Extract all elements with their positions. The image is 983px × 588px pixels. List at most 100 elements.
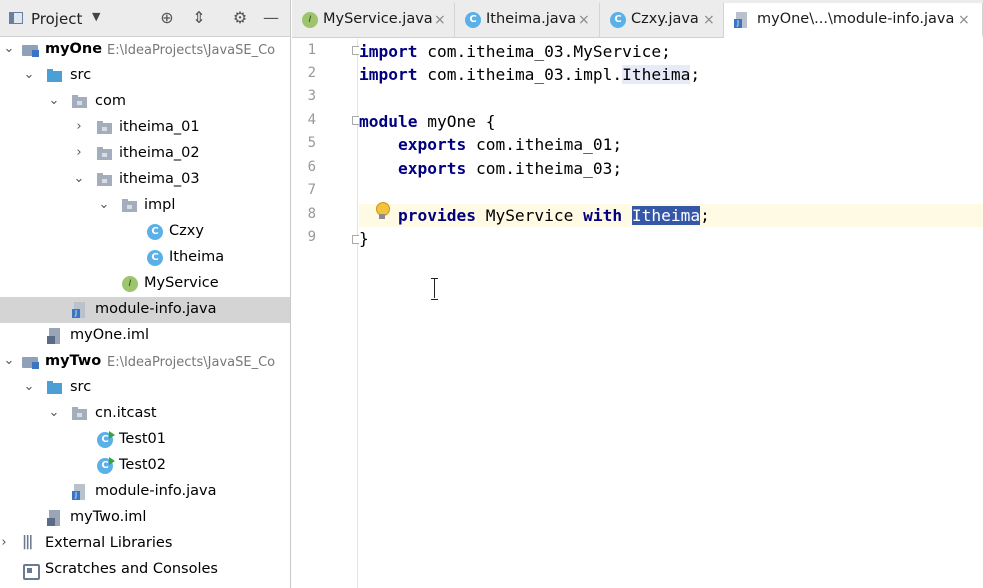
hide-icon[interactable]: — xyxy=(261,8,281,28)
interface-icon: I xyxy=(122,276,138,292)
tree-item-class-Czxy[interactable]: C Czxy xyxy=(0,219,290,245)
code-text: com.itheima_03.impl. xyxy=(417,65,623,84)
chevron-down-icon[interactable]: ⌄ xyxy=(72,171,86,187)
tree-item-class-Test02[interactable]: C Test02 xyxy=(0,453,290,479)
tab-itheima[interactable]: C Itheima.java × xyxy=(455,3,600,38)
tree-item-package-cn-itcast[interactable]: ⌄ cn.itcast xyxy=(0,401,290,427)
class-icon: C xyxy=(610,12,626,28)
iml-file-icon xyxy=(47,328,63,344)
tab-module-info[interactable]: myOne\...\module-info.java × xyxy=(724,3,983,38)
tree-item-class-Test01[interactable]: C Test01 xyxy=(0,427,290,453)
chevron-right-icon[interactable]: › xyxy=(0,535,11,551)
tree-item-label: Czxy xyxy=(169,223,204,239)
tree-item-interface-MyService[interactable]: I MyService xyxy=(0,271,290,297)
chevron-right-icon[interactable]: › xyxy=(72,119,86,135)
tab-czxy[interactable]: C Czxy.java × xyxy=(600,3,724,38)
code-line-7[interactable] xyxy=(359,180,983,203)
code-line-6[interactable]: exports com.itheima_03; xyxy=(359,157,983,180)
code-text: ; xyxy=(690,65,701,84)
chevron-down-icon[interactable]: ⌄ xyxy=(22,67,36,83)
settings-icon[interactable]: ⚙ xyxy=(230,8,250,28)
chevron-right-icon[interactable]: › xyxy=(72,145,86,161)
line-number: 4 xyxy=(307,112,316,128)
close-icon[interactable]: × xyxy=(703,12,715,28)
tree-item-label: Test01 xyxy=(119,431,167,447)
tree-item-label: com xyxy=(95,93,126,109)
tree-item-scratches[interactable]: Scratches and Consoles xyxy=(0,557,290,583)
chevron-down-icon[interactable]: ⌄ xyxy=(2,41,16,57)
selected-text: Itheima xyxy=(631,206,701,225)
chevron-down-icon[interactable]: ▼ xyxy=(92,10,100,23)
interface-icon: I xyxy=(302,12,318,28)
tree-item-module-myOne[interactable]: ⌄ myOne E:\IdeaProjects\JavaSE_Co xyxy=(0,37,290,63)
tree-item-label: myOne xyxy=(45,41,103,57)
chevron-down-icon[interactable]: ⌄ xyxy=(2,353,16,369)
code-text: } xyxy=(359,229,369,248)
project-panel: Project ▼ ⊕ ⇕ ⚙ — ⌄ myOne E:\IdeaProject… xyxy=(0,0,291,588)
keyword: module xyxy=(359,112,418,131)
tree-item-module-myTwo[interactable]: ⌄ myTwo E:\IdeaProjects\JavaSE_Co xyxy=(0,349,290,375)
line-number: 2 xyxy=(307,65,316,81)
keyword: with xyxy=(583,206,623,225)
tab-label: myOne\...\module-info.java xyxy=(757,11,955,27)
tree-item-iml-myTwo[interactable]: myTwo.iml xyxy=(0,505,290,531)
java-file-icon xyxy=(72,484,88,500)
tree-item-src[interactable]: ⌄ src xyxy=(0,375,290,401)
main-class-icon: C xyxy=(97,431,115,448)
chevron-down-icon[interactable]: ⌄ xyxy=(47,405,61,421)
tab-myservice[interactable]: I MyService.java × xyxy=(292,3,455,38)
lightbulb-icon[interactable] xyxy=(375,202,390,220)
tree-item-label: myTwo xyxy=(45,353,102,369)
package-icon xyxy=(97,172,113,188)
tree-item-package-itheima_01[interactable]: › itheima_01 xyxy=(0,115,290,141)
tree-item-package-itheima_03[interactable]: ⌄ itheima_03 xyxy=(0,167,290,193)
code-line-4[interactable]: module myOne { xyxy=(359,110,983,133)
code-line-9[interactable]: } xyxy=(359,227,983,250)
code-text: ; xyxy=(700,206,710,225)
tree-item-class-Itheima[interactable]: C Itheima xyxy=(0,245,290,271)
project-panel-title[interactable]: Project xyxy=(31,10,82,28)
tree-item-package-itheima_02[interactable]: › itheima_02 xyxy=(0,141,290,167)
tab-label: Czxy.java xyxy=(631,11,699,27)
keyword: exports xyxy=(397,135,467,154)
tree-item-label: itheima_03 xyxy=(119,171,200,187)
tree-item-module-info-myOne[interactable]: module-info.java xyxy=(0,297,290,323)
chevron-down-icon[interactable]: ⌄ xyxy=(97,197,111,213)
project-view-icon xyxy=(9,12,23,24)
code-line-3[interactable] xyxy=(359,86,983,109)
tree-item-external-libraries[interactable]: › External Libraries xyxy=(0,531,290,557)
tree-item-src[interactable]: ⌄ src xyxy=(0,63,290,89)
tree-item-iml-myOne[interactable]: myOne.iml xyxy=(0,323,290,349)
close-icon[interactable]: × xyxy=(958,12,970,28)
code-line-8[interactable]: provides MyService with Itheima; xyxy=(359,204,983,227)
tree-item-label: cn.itcast xyxy=(95,405,157,421)
close-icon[interactable]: × xyxy=(434,12,446,28)
libraries-icon xyxy=(22,534,38,552)
locate-icon[interactable]: ⊕ xyxy=(157,8,177,28)
tree-item-label: MyService xyxy=(144,275,219,291)
source-folder-icon xyxy=(47,68,63,84)
package-icon xyxy=(72,94,88,110)
tree-item-label: External Libraries xyxy=(45,535,173,551)
close-icon[interactable]: × xyxy=(578,12,590,28)
tree-item-label: module-info.java xyxy=(95,301,217,317)
tree-item-module-info-myTwo[interactable]: module-info.java xyxy=(0,479,290,505)
package-icon xyxy=(97,120,113,136)
code-editor[interactable]: import com.itheima_03.MyService; import … xyxy=(359,39,983,588)
code-line-5[interactable]: exports com.itheima_01; xyxy=(359,133,983,156)
tree-item-label: myOne.iml xyxy=(70,327,150,343)
tree-item-package-impl[interactable]: ⌄ impl xyxy=(0,193,290,219)
editor-gutter[interactable]: 1 2 3 4 5 6 7 8 9 xyxy=(292,39,361,588)
code-line-1[interactable]: import com.itheima_03.MyService; xyxy=(359,40,983,63)
chevron-down-icon[interactable]: ⌄ xyxy=(22,379,36,395)
tree-item-package-com[interactable]: ⌄ com xyxy=(0,89,290,115)
tree-item-label: Scratches and Consoles xyxy=(45,561,218,577)
code-line-2[interactable]: import com.itheima_03.impl.Itheima; xyxy=(359,63,983,86)
line-number: 5 xyxy=(307,135,316,151)
line-number: 8 xyxy=(307,206,316,222)
usage-highlight: Itheima xyxy=(622,65,691,84)
package-icon xyxy=(72,406,88,422)
chevron-down-icon[interactable]: ⌄ xyxy=(47,93,61,109)
collapse-icon[interactable]: ⇕ xyxy=(189,8,209,28)
